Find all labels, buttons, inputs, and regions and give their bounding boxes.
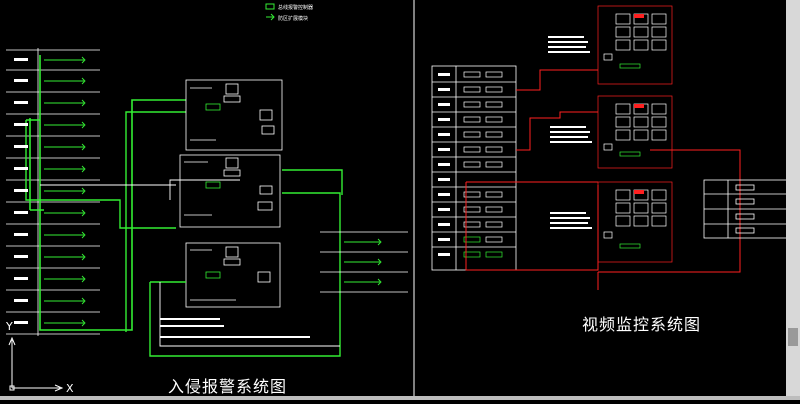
ucs-y-label: Y bbox=[5, 320, 13, 333]
legend-swatch-2 bbox=[266, 13, 275, 21]
remote-table bbox=[703, 179, 789, 239]
legend: 总线报警控制器 防区扩展模块 bbox=[265, 3, 313, 22]
floor-labels bbox=[14, 58, 28, 324]
control-center-3 bbox=[185, 242, 281, 308]
nvr-rack-1 bbox=[597, 5, 673, 85]
camera-devices bbox=[463, 71, 503, 258]
intrusion-alarm-title: 入侵报警系统图 bbox=[168, 377, 288, 396]
table-labels bbox=[438, 73, 450, 256]
legend-swatch-1 bbox=[265, 3, 275, 10]
nvr-rack-3 bbox=[597, 181, 673, 263]
detector-rows bbox=[25, 55, 186, 332]
legend-label-2: 防区扩展模块 bbox=[278, 15, 308, 22]
cad-drawing: 总线报警控制器 防区扩展模块 Y X bbox=[5, 0, 789, 396]
cad-canvas: 总线报警控制器 防区扩展模块 Y X 入侵报警系统图 视频监控系统图 bbox=[0, 0, 800, 400]
control-center-1 bbox=[185, 79, 283, 151]
bottom-status-strip bbox=[0, 396, 800, 400]
notes bbox=[160, 318, 310, 338]
nvr-rack-2 bbox=[597, 95, 673, 169]
video-red-wiring bbox=[465, 69, 741, 290]
center-wiring bbox=[149, 169, 343, 357]
ucs-icon bbox=[8, 336, 64, 392]
rack-notes bbox=[548, 36, 592, 229]
ucs-x-label: X bbox=[66, 382, 74, 395]
right-detector-group bbox=[320, 231, 408, 293]
control-center-2 bbox=[179, 154, 281, 228]
legend-label-1: 总线报警控制器 bbox=[278, 4, 313, 11]
video-surveillance-title: 视频监控系统图 bbox=[582, 315, 702, 334]
video-surveillance-diagram bbox=[431, 5, 789, 290]
center-white-wiring bbox=[40, 179, 340, 347]
intrusion-alarm-diagram: 总线报警控制器 防区扩展模块 Y X bbox=[5, 3, 408, 395]
scrollbar-thumb[interactable] bbox=[788, 328, 798, 346]
